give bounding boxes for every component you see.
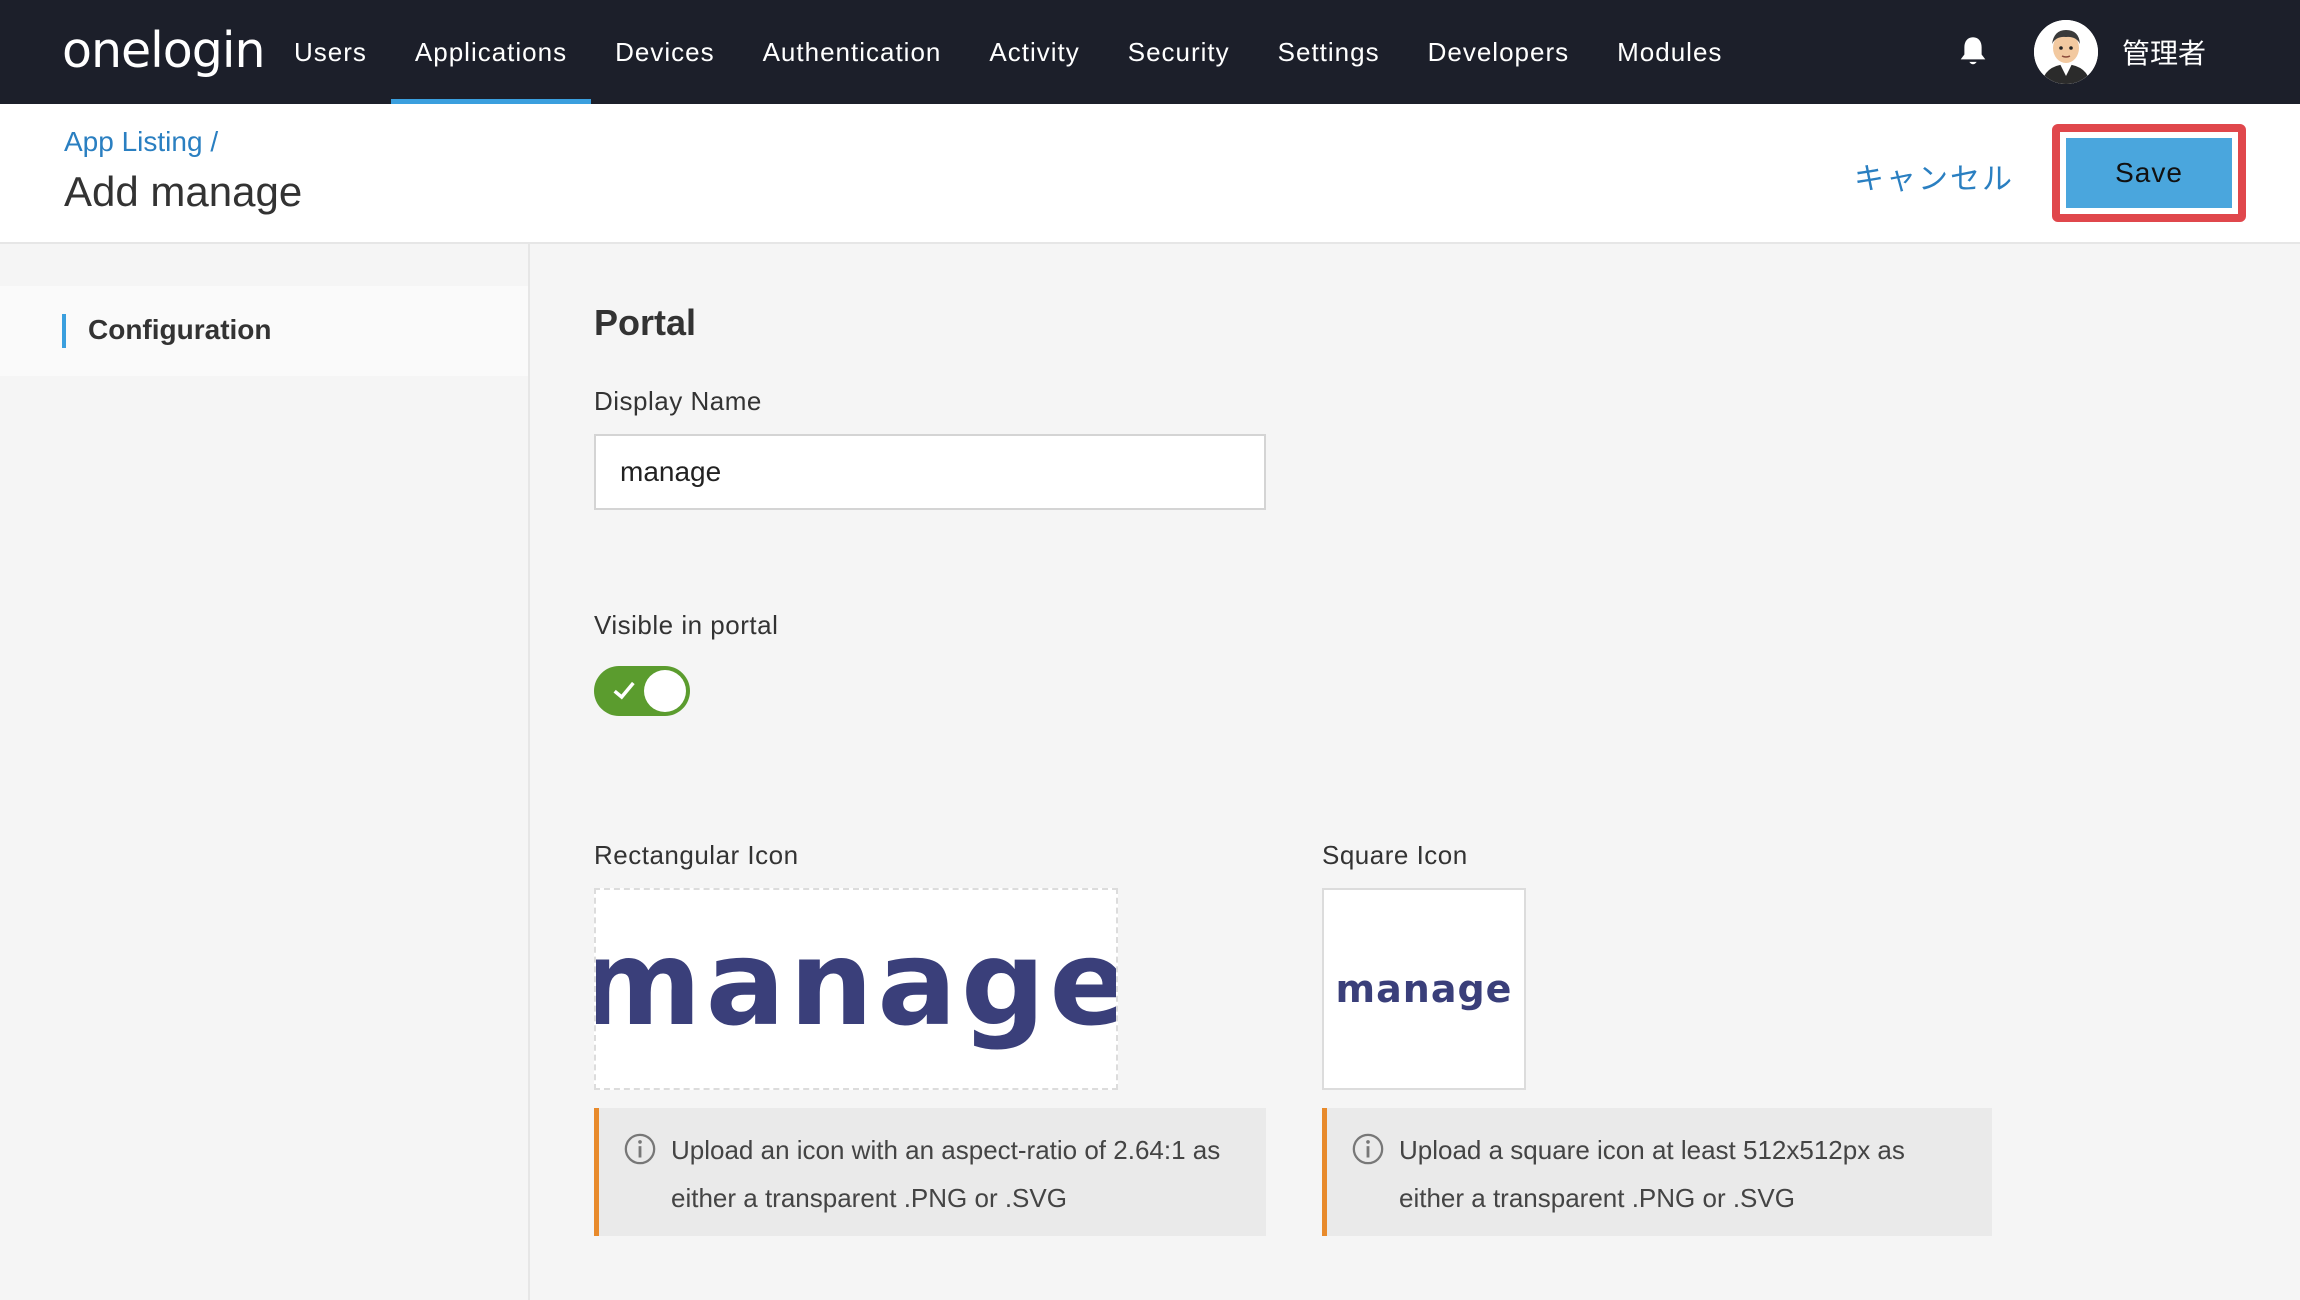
nav-item-applications[interactable]: Applications — [390, 0, 592, 104]
visible-in-portal-label: Visible in portal — [594, 610, 779, 640]
square-icon-preview: manage — [1335, 967, 1513, 1011]
page-title: Add manage — [64, 168, 303, 215]
nav-item-security[interactable]: Security — [1104, 0, 1254, 104]
bell-icon[interactable] — [1958, 36, 1988, 68]
nav-item-modules[interactable]: Modules — [1593, 0, 1746, 104]
square-icon-info-text: Upload a square icon at least 512x512px … — [1399, 1135, 1905, 1213]
main-content: Portal Display Name Visible in portal Re… — [532, 244, 2300, 1300]
visible-in-portal-toggle[interactable] — [594, 666, 690, 716]
square-icon-info: Upload a square icon at least 512x512px … — [1322, 1108, 1992, 1236]
check-icon — [613, 681, 635, 700]
cancel-button[interactable]: キャンセル — [1854, 154, 2014, 198]
display-name-label: Display Name — [594, 386, 762, 416]
nav-item-settings[interactable]: Settings — [1254, 0, 1404, 104]
rectangular-icon-info: Upload an icon with an aspect-ratio of 2… — [594, 1108, 1266, 1236]
nav-item-users[interactable]: Users — [270, 0, 391, 104]
user-name[interactable]: 管理者 — [2122, 32, 2206, 72]
breadcrumb[interactable]: App Listing / — [64, 126, 218, 158]
sidebar: Configuration — [0, 244, 530, 1300]
rectangular-icon-info-text: Upload an icon with an aspect-ratio of 2… — [671, 1135, 1221, 1213]
square-icon-upload[interactable]: manage — [1322, 888, 1526, 1090]
nav-item-activity[interactable]: Activity — [965, 0, 1103, 104]
sidebar-item-configuration[interactable]: Configuration — [0, 286, 528, 376]
nav-item-developers[interactable]: Developers — [1404, 0, 1594, 104]
nav-item-authentication[interactable]: Authentication — [739, 0, 966, 104]
avatar[interactable] — [2034, 20, 2098, 84]
top-navigation: onelogin Users Applications Devices Auth… — [0, 0, 2300, 104]
save-button[interactable]: Save — [2066, 138, 2232, 208]
nav-menu: Users Applications Devices Authenticatio… — [270, 0, 1746, 104]
nav-item-devices[interactable]: Devices — [591, 0, 738, 104]
avatar-portrait-icon — [2034, 20, 2098, 84]
section-title: Portal — [594, 302, 697, 343]
toggle-knob — [644, 670, 686, 712]
onelogin-logo[interactable]: onelogin — [62, 22, 266, 79]
page-header: App Listing / Add manage キャンセル Save — [0, 104, 2300, 244]
info-icon — [1352, 1133, 1384, 1165]
sidebar-item-label: Configuration — [88, 314, 272, 345]
rectangular-icon-label: Rectangular Icon — [594, 840, 799, 870]
active-indicator — [62, 314, 66, 348]
square-icon-label: Square Icon — [1322, 840, 1468, 870]
info-icon — [624, 1133, 656, 1165]
rectangular-icon-preview: manage — [594, 914, 1118, 1052]
rectangular-icon-upload[interactable]: manage — [594, 888, 1118, 1090]
display-name-input[interactable] — [594, 434, 1266, 510]
